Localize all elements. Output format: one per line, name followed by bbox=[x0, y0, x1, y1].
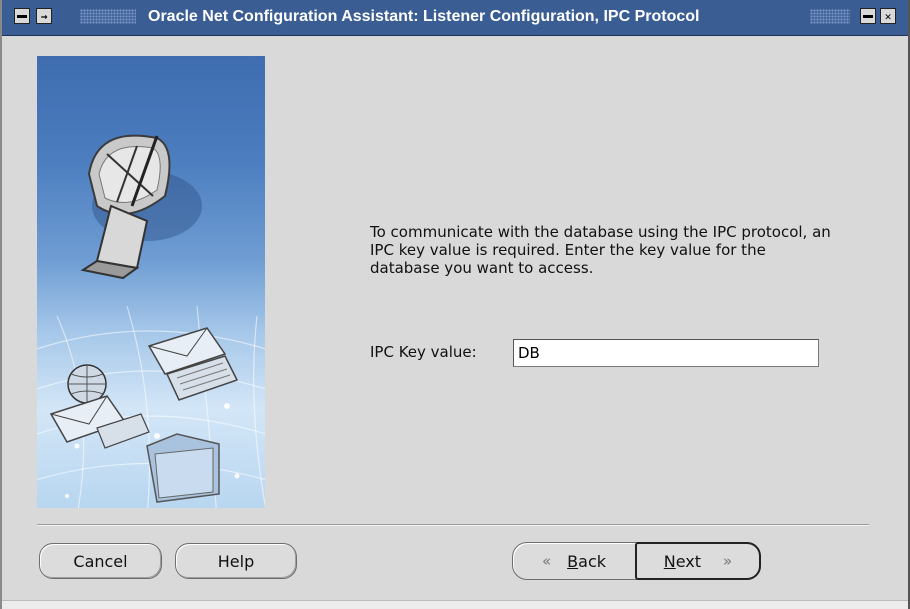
back-button[interactable]: « Back bbox=[513, 543, 635, 579]
satellite-dish-icon bbox=[80, 134, 202, 280]
window-title: Oracle Net Configuration Assistant: List… bbox=[148, 8, 700, 25]
navigation-button-group: « Back Next » bbox=[512, 542, 761, 580]
next-button[interactable]: Next » bbox=[635, 542, 761, 580]
title-bar-grip bbox=[80, 9, 136, 24]
button-divider bbox=[37, 524, 869, 526]
back-label-rest: ack bbox=[578, 551, 607, 571]
window-bottom-edge bbox=[2, 600, 908, 609]
close-icon[interactable] bbox=[880, 8, 896, 24]
folder-icon bbox=[146, 433, 220, 503]
back-arrow-icon: « bbox=[541, 552, 552, 570]
next-mnemonic: N bbox=[663, 551, 676, 571]
ipc-key-input[interactable] bbox=[513, 339, 819, 367]
wizard-artwork bbox=[37, 56, 265, 508]
instructions-text: To communicate with the database using t… bbox=[370, 223, 831, 277]
window-menu-icon[interactable] bbox=[14, 8, 30, 24]
title-bar[interactable]: Oracle Net Configuration Assistant: List… bbox=[2, 0, 908, 36]
title-bar-grip bbox=[810, 9, 850, 24]
next-label-rest: ext bbox=[675, 551, 702, 571]
next-arrow-icon: » bbox=[723, 552, 733, 570]
cancel-button[interactable]: Cancel bbox=[39, 543, 162, 579]
help-button[interactable]: Help bbox=[175, 543, 297, 579]
minimize-icon[interactable] bbox=[860, 8, 876, 24]
next-button-label: Next bbox=[664, 552, 701, 571]
ipc-key-label: IPC Key value: bbox=[370, 343, 477, 361]
back-button-label: Back bbox=[567, 552, 606, 571]
pin-icon[interactable] bbox=[36, 8, 52, 24]
back-mnemonic: B bbox=[567, 551, 579, 571]
globe-icon bbox=[67, 364, 107, 404]
dialog-window: Oracle Net Configuration Assistant: List… bbox=[0, 0, 910, 609]
